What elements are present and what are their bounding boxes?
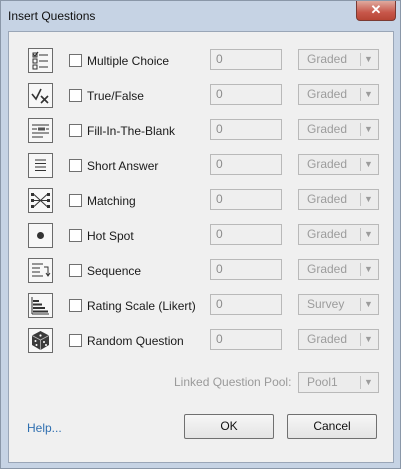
rating-scale-count-input[interactable]: 0 [210, 294, 282, 315]
random-question-grading-select[interactable]: Graded ▼ [298, 329, 379, 350]
multiple-choice-count-input[interactable]: 0 [210, 49, 282, 70]
question-type-label: Rating Scale (Likert) [87, 299, 196, 313]
multiple-choice-grading-select[interactable]: Graded ▼ [298, 49, 379, 70]
select-separator [360, 298, 361, 311]
hot-spot-icon [28, 223, 53, 248]
pool-value: Pool1 [307, 375, 338, 389]
grading-value: Graded [307, 122, 348, 136]
chevron-down-icon: ▼ [364, 54, 373, 64]
question-row-fill-in-the-blank: Fill-In-The-Blank 0 Graded ▼ [9, 118, 395, 146]
random-question-icon [28, 328, 53, 353]
chevron-down-icon: ▼ [364, 229, 373, 239]
grading-value: Graded [307, 192, 348, 206]
random-question-count-input[interactable]: 0 [210, 329, 282, 350]
question-type-label: Random Question [87, 334, 184, 348]
question-type-label: True/False [87, 89, 144, 103]
true-false-count-input[interactable]: 0 [210, 84, 282, 105]
select-separator [360, 53, 361, 66]
cancel-button[interactable]: Cancel [287, 414, 377, 439]
hot-spot-checkbox[interactable] [69, 229, 82, 242]
chevron-down-icon: ▼ [364, 299, 373, 309]
short-answer-checkbox[interactable] [69, 159, 82, 172]
multiple-choice-icon [28, 48, 53, 73]
question-type-label: Short Answer [87, 159, 159, 173]
sequence-grading-select[interactable]: Graded ▼ [298, 259, 379, 280]
select-separator [360, 123, 361, 136]
chevron-down-icon: ▼ [364, 89, 373, 99]
sequence-checkbox[interactable] [69, 264, 82, 277]
dialog-title: Insert Questions [8, 9, 96, 23]
matching-count-input[interactable]: 0 [210, 189, 282, 210]
select-separator [360, 263, 361, 276]
fill-in-the-blank-grading-select[interactable]: Graded ▼ [298, 119, 379, 140]
short-answer-grading-select[interactable]: Graded ▼ [298, 154, 379, 175]
close-button[interactable]: ✕ [356, 1, 396, 21]
question-row-random-question: Random Question 0 Graded ▼ [9, 328, 395, 356]
grading-value: Graded [307, 52, 348, 66]
chevron-down-icon: ▼ [364, 194, 373, 204]
true-false-grading-select[interactable]: Graded ▼ [298, 84, 379, 105]
hot-spot-count-input[interactable]: 0 [210, 224, 282, 245]
grading-value: Graded [307, 227, 348, 241]
sequence-icon [28, 258, 53, 283]
rating-scale-checkbox[interactable] [69, 299, 82, 312]
select-separator [360, 88, 361, 101]
chevron-down-icon: ▼ [364, 124, 373, 134]
fill-in-the-blank-count-input[interactable]: 0 [210, 119, 282, 140]
question-type-label: Matching [87, 194, 136, 208]
select-separator [360, 193, 361, 206]
select-separator [360, 228, 361, 241]
title-bar: Insert Questions ✕ [1, 1, 400, 31]
question-row-multiple-choice: Multiple Choice 0 Graded ▼ [9, 48, 395, 76]
multiple-choice-checkbox[interactable] [69, 54, 82, 67]
dialog-body: Multiple Choice 0 Graded ▼ True/False 0 [8, 31, 394, 463]
question-type-label: Fill-In-The-Blank [87, 124, 176, 138]
question-row-rating-scale: Rating Scale (Likert) 0 Survey ▼ [9, 293, 395, 321]
fill-in-blank-icon [28, 118, 53, 143]
chevron-down-icon: ▼ [364, 159, 373, 169]
matching-grading-select[interactable]: Graded ▼ [298, 189, 379, 210]
chevron-down-icon: ▼ [364, 377, 373, 387]
select-separator [360, 376, 361, 389]
question-row-sequence: Sequence 0 Graded ▼ [9, 258, 395, 286]
question-type-label: Sequence [87, 264, 142, 278]
question-row-short-answer: Short Answer 0 Graded ▼ [9, 153, 395, 181]
question-row-matching: Matching 0 Graded ▼ [9, 188, 395, 216]
grading-value: Graded [307, 157, 348, 171]
grading-value: Graded [307, 262, 348, 276]
question-row-true-false: True/False 0 Graded ▼ [9, 83, 395, 111]
help-link[interactable]: Help... [27, 421, 62, 435]
sequence-count-input[interactable]: 0 [210, 259, 282, 280]
insert-questions-dialog: Insert Questions ✕ Multiple Choice 0 Gra… [0, 0, 401, 469]
fill-in-the-blank-checkbox[interactable] [69, 124, 82, 137]
select-separator [360, 158, 361, 171]
question-type-label: Hot Spot [87, 229, 134, 243]
matching-checkbox[interactable] [69, 194, 82, 207]
rating-scale-icon [28, 293, 53, 318]
ok-button[interactable]: OK [184, 414, 274, 439]
grading-value: Graded [307, 87, 348, 101]
select-separator [360, 333, 361, 346]
linked-pool-label: Linked Question Pool: [174, 375, 292, 389]
grading-value: Survey [307, 297, 345, 311]
question-row-hot-spot: Hot Spot 0 Graded ▼ [9, 223, 395, 251]
grading-value: Graded [307, 332, 348, 346]
random-question-checkbox[interactable] [69, 334, 82, 347]
true-false-checkbox[interactable] [69, 89, 82, 102]
true-false-icon [28, 83, 53, 108]
short-answer-icon [28, 153, 53, 178]
chevron-down-icon: ▼ [364, 264, 373, 274]
question-type-label: Multiple Choice [87, 54, 170, 68]
chevron-down-icon: ▼ [364, 334, 373, 344]
matching-icon [28, 188, 53, 213]
hot-spot-grading-select[interactable]: Graded ▼ [298, 224, 379, 245]
short-answer-count-input[interactable]: 0 [210, 154, 282, 175]
linked-pool-select[interactable]: Pool1 ▼ [298, 372, 379, 393]
rating-scale-grading-select[interactable]: Survey ▼ [298, 294, 379, 315]
